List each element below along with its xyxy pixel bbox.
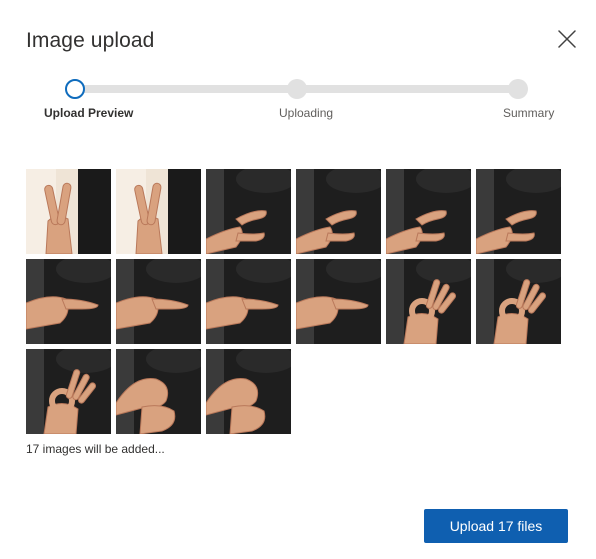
image-thumbnail[interactable] xyxy=(206,259,291,344)
hand-gesture-image xyxy=(116,349,201,434)
step-label-upload-preview: Upload Preview xyxy=(44,106,134,120)
image-thumbnail[interactable] xyxy=(296,259,381,344)
step-label-summary: Summary xyxy=(503,106,555,120)
hand-gesture-image xyxy=(476,169,561,254)
image-thumbnail[interactable] xyxy=(206,349,291,434)
image-thumbnail[interactable] xyxy=(386,169,471,254)
image-thumbnail[interactable] xyxy=(476,169,561,254)
upload-files-button[interactable]: Upload 17 files xyxy=(424,509,568,543)
hand-gesture-image xyxy=(476,259,561,344)
image-thumbnail[interactable] xyxy=(296,169,381,254)
image-thumbnail[interactable] xyxy=(26,259,111,344)
upload-stepper: Upload Preview Uploading Summary xyxy=(0,76,596,126)
step-indicator-uploading xyxy=(287,79,307,99)
hand-gesture-image xyxy=(296,169,381,254)
image-upload-dialog: Image upload Upload Preview Uploading Su… xyxy=(0,0,596,559)
image-thumbnail[interactable] xyxy=(116,349,201,434)
image-thumbnail[interactable] xyxy=(386,259,471,344)
image-thumbnail[interactable] xyxy=(116,169,201,254)
step-indicator-upload-preview xyxy=(65,79,85,99)
hand-gesture-image xyxy=(206,169,291,254)
image-thumbnail[interactable] xyxy=(26,349,111,434)
image-thumbnail[interactable] xyxy=(116,259,201,344)
image-thumbnail[interactable] xyxy=(26,169,111,254)
hand-gesture-image xyxy=(116,259,201,344)
hand-gesture-image xyxy=(206,349,291,434)
hand-gesture-image xyxy=(386,169,471,254)
hand-gesture-image xyxy=(26,349,111,434)
dialog-title: Image upload xyxy=(26,29,155,52)
hand-gesture-image xyxy=(26,169,111,254)
hand-gesture-image xyxy=(116,169,201,254)
close-icon xyxy=(558,30,576,48)
hand-gesture-image xyxy=(386,259,471,344)
hand-gesture-image xyxy=(206,259,291,344)
hand-gesture-image xyxy=(26,259,111,344)
image-thumbnail[interactable] xyxy=(206,169,291,254)
step-label-uploading: Uploading xyxy=(279,106,334,120)
step-indicator-summary xyxy=(508,79,528,99)
image-count-text: 17 images will be added... xyxy=(26,442,165,456)
close-button[interactable] xyxy=(553,25,581,53)
image-thumbnail[interactable] xyxy=(476,259,561,344)
hand-gesture-image xyxy=(296,259,381,344)
